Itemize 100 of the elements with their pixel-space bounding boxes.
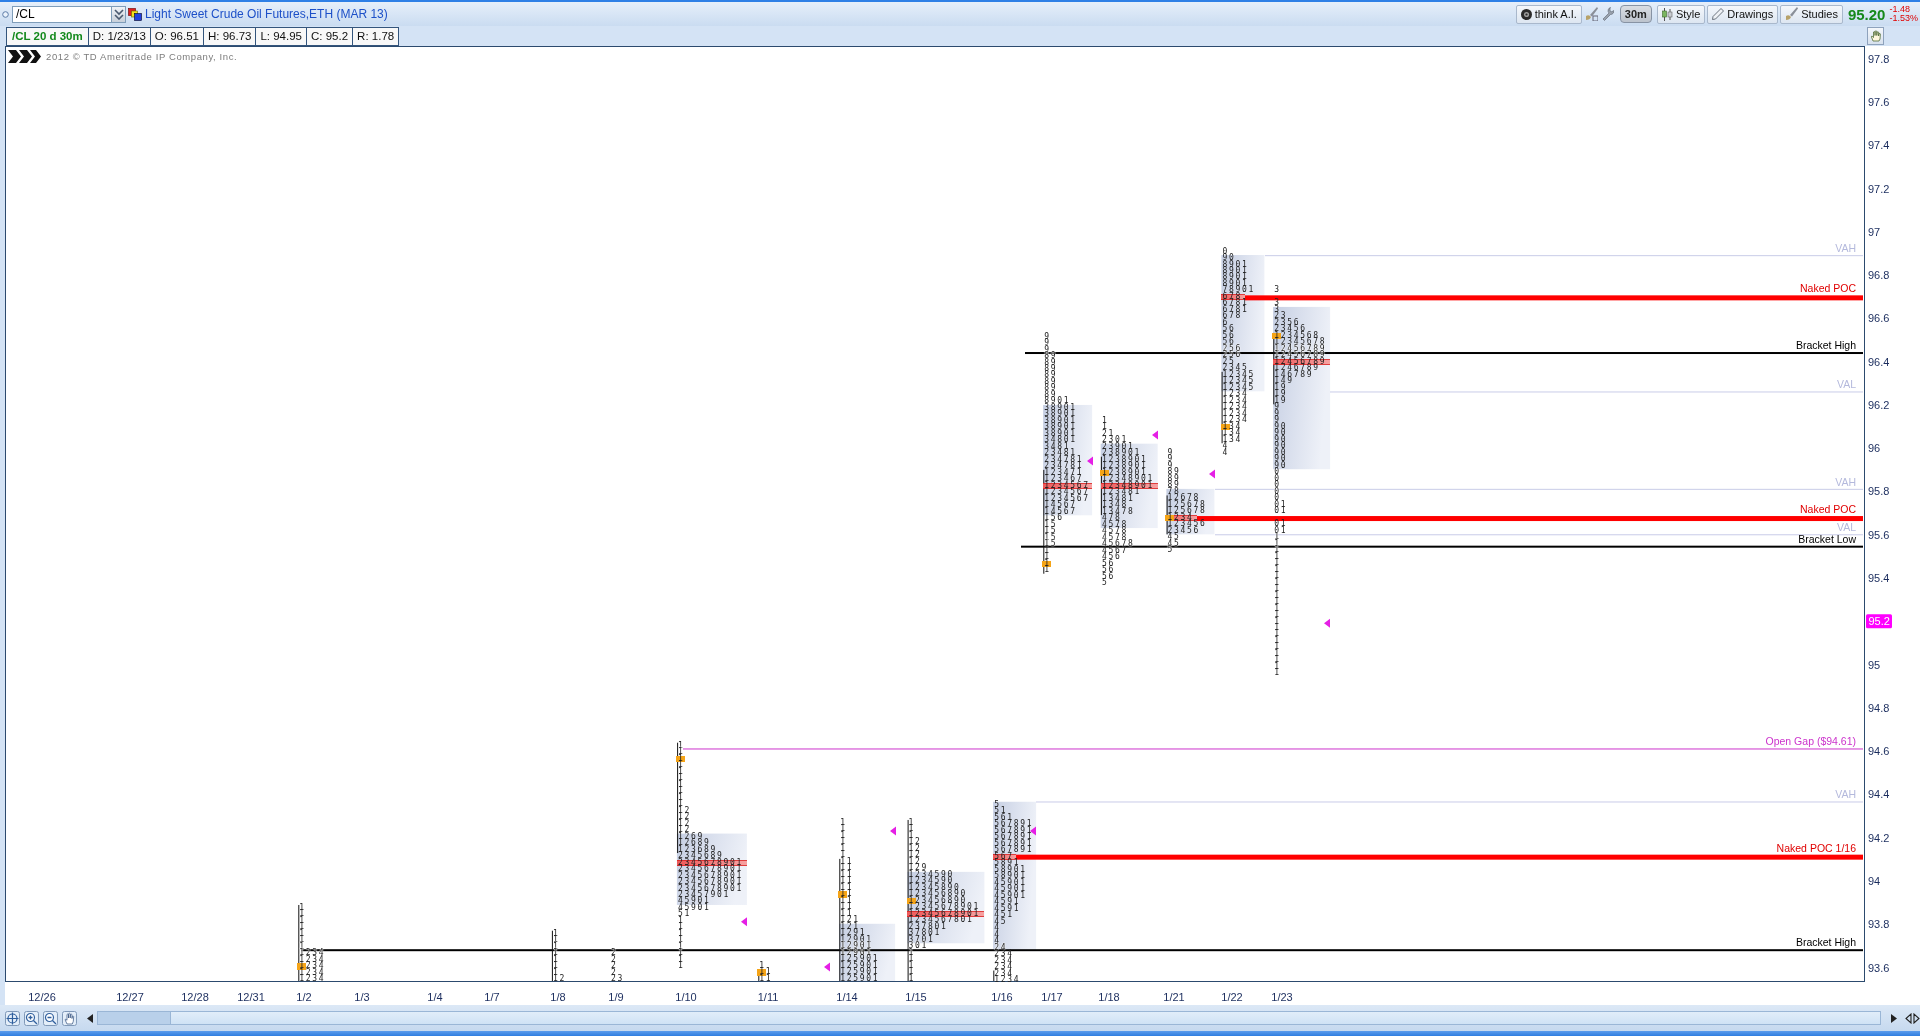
level-label: VAH [1835, 475, 1856, 488]
tpo-row-text: 1 9 [1274, 397, 1286, 405]
tpo-row: 1 [1274, 644, 1280, 651]
zoom-out-icon[interactable] [42, 1010, 58, 1026]
tpo-row: 1 [1274, 592, 1280, 599]
tpo-row: 2 4 [994, 944, 1007, 952]
scrollbar-track[interactable] [96, 1011, 1882, 1025]
date-label: 1/3 [354, 991, 370, 1003]
tpo-row: 1 [840, 845, 846, 853]
tpo-row: 1 [299, 911, 305, 918]
price-label: 97.4 [1868, 139, 1890, 152]
price-label: 95.4 [1868, 572, 1890, 585]
tpo-row: 1 [299, 930, 305, 938]
info-field: C: 95.2 [307, 27, 354, 46]
tpo-row: 1 [1274, 650, 1280, 658]
tpo-row-text: 1 [552, 930, 558, 938]
tpo-row: 2 3 4 5 6 7 8 9 0 1 [676, 859, 747, 866]
tpo-row-text: 2 [610, 969, 616, 977]
date-label: 12/28 [181, 991, 209, 1003]
tpo-row-text: 1 [678, 950, 683, 957]
info-field: H: 96.73 [203, 27, 257, 46]
pencil-icon [1712, 8, 1725, 20]
zoom-in-icon[interactable] [23, 1010, 39, 1026]
percent-change: -1.53% [1889, 14, 1918, 23]
instrument-title: Light Sweet Crude Oil Futures,ETH (MAR 13) [145, 7, 388, 21]
price-label: 97.8 [1868, 52, 1890, 65]
tpo-row: 1 [908, 832, 914, 840]
tpo-row: 1 [840, 832, 846, 840]
dropdown-button[interactable] [112, 5, 126, 23]
price-label: 94.2 [1868, 831, 1890, 844]
chevrons-icon [8, 50, 42, 63]
tpo-row: 1 [840, 839, 846, 846]
level-label: Bracket Low [1798, 532, 1856, 545]
scrollbar-thumb[interactable] [169, 1012, 1881, 1024]
right-arrow-icon[interactable] [1891, 1013, 1898, 1023]
tpo-row-text: 1 [678, 956, 683, 964]
tpo-row: 1 [1274, 625, 1280, 632]
price-label: 96.2 [1868, 398, 1890, 411]
wrench-icon[interactable] [1601, 7, 1614, 21]
price-label: 96.8 [1868, 269, 1890, 282]
tpo-row: 1 [840, 826, 846, 833]
level-label: Naked POC [1799, 503, 1856, 516]
tpo-row: 1 [299, 943, 305, 951]
left-arrow-icon[interactable] [86, 1013, 93, 1023]
price-label: 96.4 [1868, 355, 1890, 368]
info-field: R: 1.78 [353, 27, 400, 46]
expand-icon[interactable] [1905, 1012, 1920, 1024]
hand-icon[interactable] [61, 1010, 77, 1026]
tpo-row-text: 1 [1101, 417, 1107, 425]
date-label: 1/7 [484, 991, 500, 1003]
price-label: 95.6 [1868, 528, 1890, 541]
brush-icon[interactable] [1584, 7, 1598, 21]
tpo-row: 5 6 [1101, 560, 1114, 567]
level-label: Open Gap ($94.61) [1765, 735, 1856, 748]
price-label: 95 [1868, 658, 1881, 671]
date-label: 1/17 [1041, 991, 1063, 1003]
last-price: 95.20 [1847, 5, 1886, 23]
tpo-row-text: 1 2 3 4 [299, 976, 324, 982]
squares-icon[interactable] [128, 7, 142, 21]
date-label: 1/23 [1271, 991, 1293, 1003]
tpo-row-text: 1 1 [840, 871, 852, 879]
tpo-row: 1 [1044, 560, 1050, 568]
copyright-text: 2012 © TD Ameritrade IP Company, Inc. [46, 51, 238, 62]
date-label: 1/16 [991, 991, 1013, 1003]
cursor-button[interactable] [1867, 27, 1884, 45]
tpo-row: 1 [1044, 547, 1050, 555]
tpo-row: 4 5 6 7 [1101, 547, 1127, 554]
price-label: 93.6 [1868, 961, 1890, 974]
tpo-row-text: 2 [610, 956, 616, 964]
symbol-field[interactable]: /CL [12, 5, 112, 23]
date-label: 12/26 [28, 991, 56, 1003]
tpo-row: 1 [1274, 605, 1280, 612]
tpo-row-text: 1 [678, 930, 683, 938]
tpo-row: 1 [1274, 631, 1280, 638]
disc-icon [1520, 8, 1532, 20]
toolbar-button[interactable]: think A.I. [1515, 4, 1582, 24]
tpo-row-text: 1 [678, 742, 683, 750]
price-label: 97 [1868, 225, 1881, 238]
tpo-row-text: 0 1 [1274, 508, 1286, 515]
toolbar-button[interactable]: Style [1656, 4, 1706, 24]
price-label: 95.8 [1868, 485, 1890, 498]
price-label: 94.8 [1868, 701, 1890, 714]
toolbar-button[interactable]: Drawings [1707, 4, 1779, 24]
tpo-row-text: 1 2 5 9 0 1 [840, 975, 878, 982]
tpo-row-text: 1 [678, 781, 683, 789]
tpo-row-text: 1 [678, 943, 683, 951]
tpo-row-text: 1 [552, 943, 558, 951]
tpo-row: 1 [1274, 637, 1280, 645]
date-label: 1/11 [757, 991, 779, 1003]
tpo-row: 1 [1274, 579, 1280, 587]
date-label: 1/18 [1098, 991, 1120, 1003]
aggregation-button[interactable]: 30m [1619, 5, 1652, 23]
tpo-row: 1 [299, 937, 305, 944]
pan-icon[interactable] [5, 1010, 20, 1026]
tpo-row: 0 [1222, 248, 1228, 255]
toolbar-button[interactable]: Studies [1780, 4, 1843, 24]
tpo-row: 1 2 [678, 807, 690, 815]
level-label: VAH [1835, 788, 1856, 801]
tpo-row-text: 8 9 [1044, 359, 1056, 366]
circle-icon[interactable] [2, 10, 9, 18]
